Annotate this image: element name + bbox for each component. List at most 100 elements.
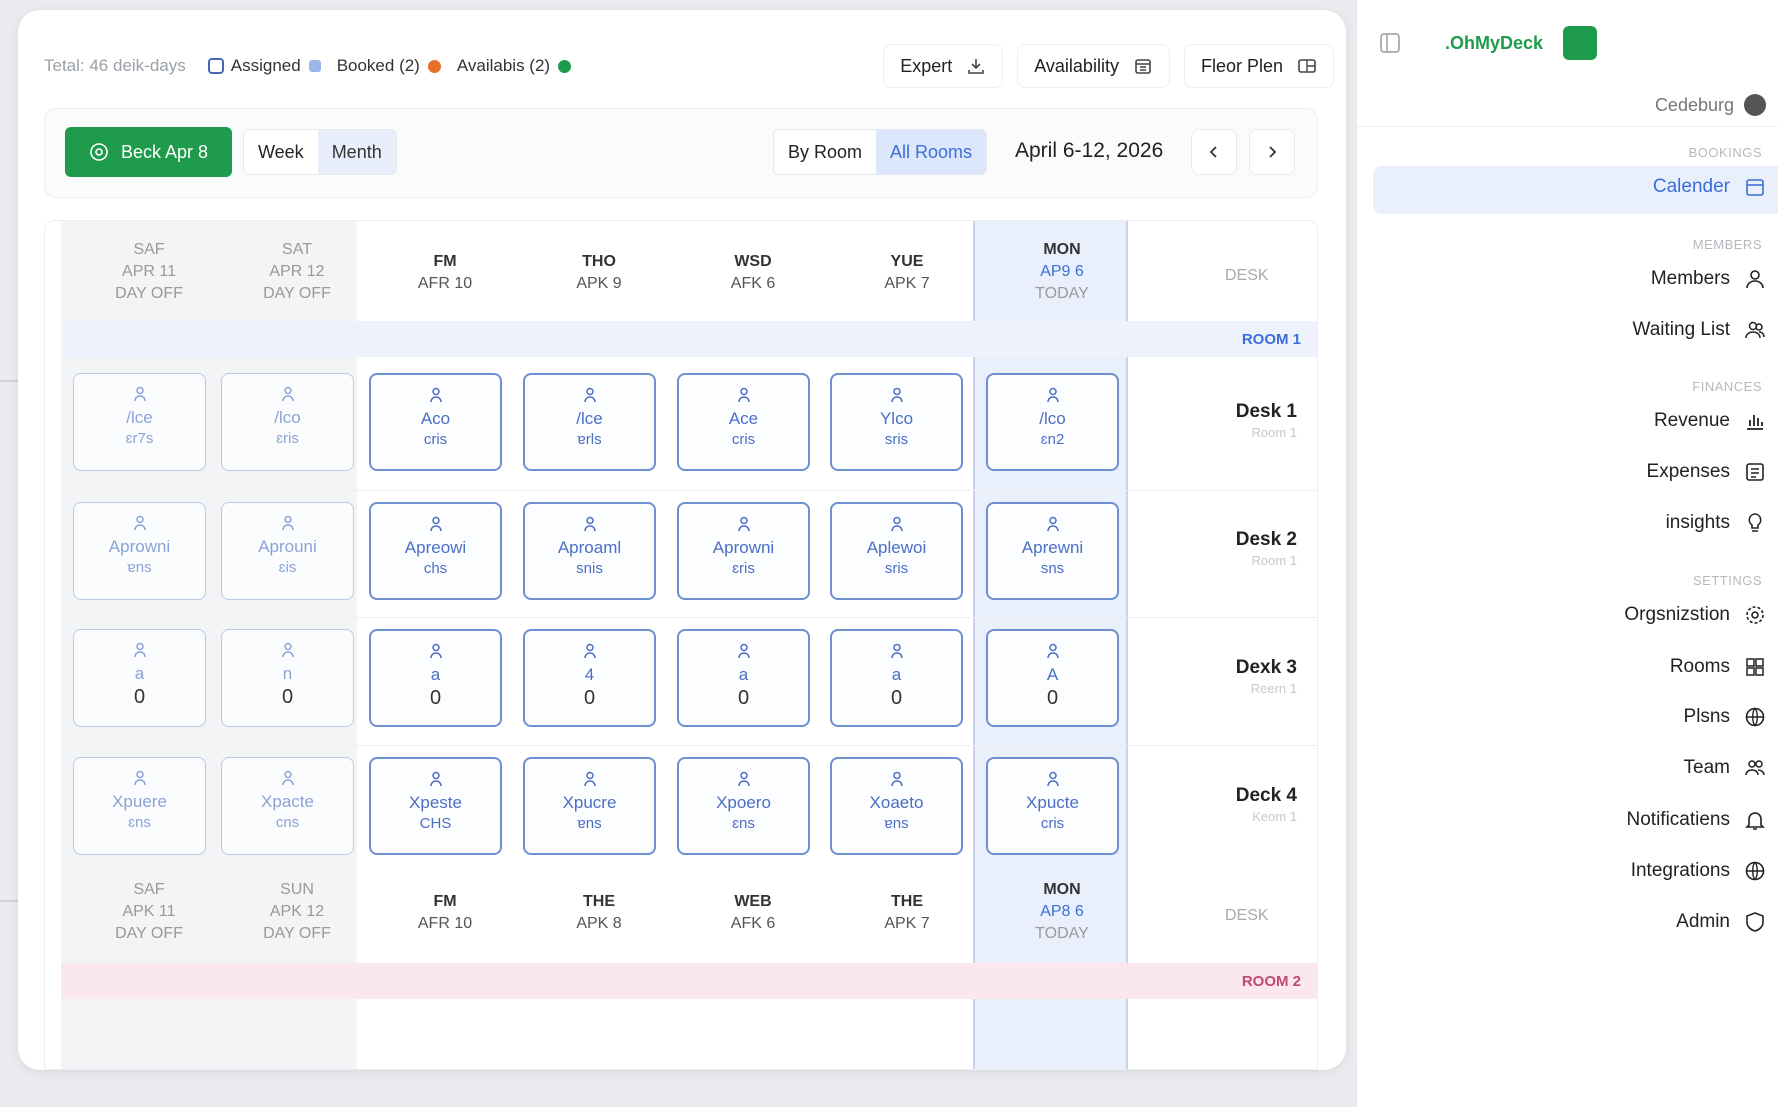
desk-day-cell[interactable]: Xpacte cns	[221, 757, 354, 855]
row-divider	[61, 617, 1317, 618]
calendar-panel: Tetal: 46 deik-days Assigned Booked (2) …	[18, 10, 1346, 1070]
desk-day-cell[interactable]: Aprouni ɛis	[221, 502, 354, 600]
desk-calendar-grid: SAF APR 11 DAY OFF SAT APR 12 DAY OFF FM AFR 10…	[44, 220, 1318, 1070]
availability-button[interactable]: Availability	[1017, 44, 1170, 88]
calendar-icon	[1744, 176, 1766, 198]
person-icon	[74, 386, 205, 404]
desk-day-cell[interactable]: Xpucre ɐns	[523, 757, 656, 855]
booking-count: 0	[583, 687, 596, 709]
desk-day-cell[interactable]: Aprowni ɐns	[73, 502, 206, 600]
day-d1: MON	[1043, 881, 1081, 898]
day-header-3: THE APK 8	[529, 891, 669, 935]
desk-day-cell[interactable]: Xpucte cris	[986, 757, 1119, 855]
desk-day-cell[interactable]: Xpeste CHS	[369, 757, 502, 855]
desk-day-cell[interactable]: a0	[677, 629, 810, 727]
member-plan: cris	[1040, 815, 1065, 832]
day-d1: SUN	[280, 881, 314, 898]
legend-booked: Booked (2)	[337, 56, 441, 76]
desk-day-cell[interactable]: /lce ɐrls	[523, 373, 656, 471]
sidebar-item-integrations[interactable]: Integrations	[1631, 860, 1766, 882]
member-name: Apreowi	[404, 538, 467, 557]
sidebar-section-title: FINANCES	[1692, 379, 1762, 394]
booked-dot	[427, 59, 441, 73]
desk-day-cell[interactable]: a0	[73, 629, 206, 727]
day-d2: APK 7	[884, 915, 930, 932]
users-icon	[1744, 319, 1766, 341]
desk-day-cell[interactable]: /lco ɛris	[221, 373, 354, 471]
desk-day-cell[interactable]: Xpoero ɛns	[677, 757, 810, 855]
day-d1: SAT	[282, 241, 312, 258]
sidebar-item-admin[interactable]: Admin	[1676, 911, 1766, 933]
book-date-button[interactable]: Beck Apr 8	[65, 127, 232, 177]
day-header-0: SAF APR 11 DAY OFF	[79, 239, 219, 305]
sidebar-item-team[interactable]: Team	[1684, 757, 1766, 779]
member-name: a	[430, 665, 441, 684]
desk-day-cell[interactable]: n0	[221, 629, 354, 727]
desk-name: Desk 1	[1235, 401, 1297, 422]
day-header-4: WSD AFK 6	[683, 251, 823, 295]
person-icon	[525, 387, 654, 405]
shield-icon	[1744, 911, 1766, 933]
desk-day-cell[interactable]: Aprowni ɛris	[677, 502, 810, 600]
collapse-sidebar-icon[interactable]	[1379, 32, 1401, 54]
person-icon	[371, 771, 500, 789]
sidebar-item-calender[interactable]: Calender	[1653, 176, 1766, 198]
day-header-5: YUE APK 7	[837, 251, 977, 295]
organization-switcher[interactable]: Cedeburg	[1655, 94, 1766, 116]
person-icon	[525, 771, 654, 789]
day-d2: AP8 6	[1040, 903, 1084, 920]
bell-icon	[1744, 809, 1766, 831]
sidebar-item-label: Admin	[1676, 911, 1730, 932]
desk-label: Deck 4 Keom 1	[1236, 785, 1297, 824]
desk-day-cell[interactable]: /lco ɛn2	[986, 373, 1119, 471]
day-d1: WSD	[734, 253, 772, 270]
room-filter: By Room All Rooms	[773, 129, 988, 175]
day-header-1: SUN APK 12 DAY OFF	[227, 879, 367, 945]
person-icon	[525, 643, 654, 661]
next-week-button[interactable]	[1249, 129, 1295, 175]
desk-day-cell[interactable]: a0	[830, 629, 963, 727]
desk-day-cell[interactable]: Ace cris	[677, 373, 810, 471]
sidebar-divider	[1357, 126, 1778, 127]
tab-by-room[interactable]: By Room	[774, 130, 876, 174]
tab-week[interactable]: Week	[244, 130, 318, 174]
desk-day-cell[interactable]: 40	[523, 629, 656, 727]
export-button[interactable]: Expert	[883, 44, 1004, 88]
sidebar-item-waiting-list[interactable]: Waiting List	[1633, 319, 1767, 341]
desk-day-cell[interactable]: Xpuere ɛns	[73, 757, 206, 855]
sidebar-item-revenue[interactable]: Revenue	[1654, 410, 1766, 432]
sidebar-item-orgsnizstion[interactable]: Orgsnizstion	[1624, 604, 1766, 626]
desk-day-cell[interactable]: Ylco sris	[830, 373, 963, 471]
desk-day-cell[interactable]: /lce ɛr7s	[73, 373, 206, 471]
sidebar-item-rooms[interactable]: Rooms	[1670, 656, 1766, 678]
member-plan: ɐns	[577, 815, 602, 832]
desk-day-cell[interactable]: Aprewni sns	[986, 502, 1119, 600]
day-d3: DAY OFF	[263, 285, 331, 302]
member-plan: cris	[731, 431, 756, 448]
desk-day-cell[interactable]: Aco cris	[369, 373, 502, 471]
sidebar-item-notificatiens[interactable]: Notificatiens	[1627, 809, 1767, 831]
desk-day-cell[interactable]: A0	[986, 629, 1119, 727]
desk-name: Desk 2	[1235, 529, 1297, 550]
person-icon	[679, 643, 808, 661]
floorplan-icon	[1297, 56, 1317, 76]
desk-column-footer: DESK	[1225, 907, 1269, 924]
day-header-2: FM AFR 10	[375, 251, 515, 295]
desk-day-cell[interactable]: Apreowi chs	[369, 502, 502, 600]
desk-day-cell[interactable]: Aplewoi sris	[830, 502, 963, 600]
desk-day-cell[interactable]: Xoaeto ɐns	[830, 757, 963, 855]
sidebar-item-insights[interactable]: insights	[1666, 512, 1766, 534]
member-plan: chs	[423, 560, 448, 577]
person-icon	[371, 387, 500, 405]
sidebar-item-members[interactable]: Members	[1651, 268, 1766, 290]
tab-month[interactable]: Menth	[317, 130, 396, 174]
sidebar-item-plsns[interactable]: Plsns	[1684, 706, 1766, 728]
desk-day-cell[interactable]: a0	[369, 629, 502, 727]
floor-plan-button[interactable]: Fleor Plen	[1183, 44, 1334, 88]
day-d1: WEB	[734, 893, 772, 910]
desk-day-cell[interactable]: Aproaml snis	[523, 502, 656, 600]
prev-week-button[interactable]	[1191, 129, 1237, 175]
person-icon	[74, 642, 205, 660]
sidebar-item-expenses[interactable]: Expenses	[1647, 461, 1766, 483]
tab-all-rooms[interactable]: All Rooms	[876, 130, 987, 174]
